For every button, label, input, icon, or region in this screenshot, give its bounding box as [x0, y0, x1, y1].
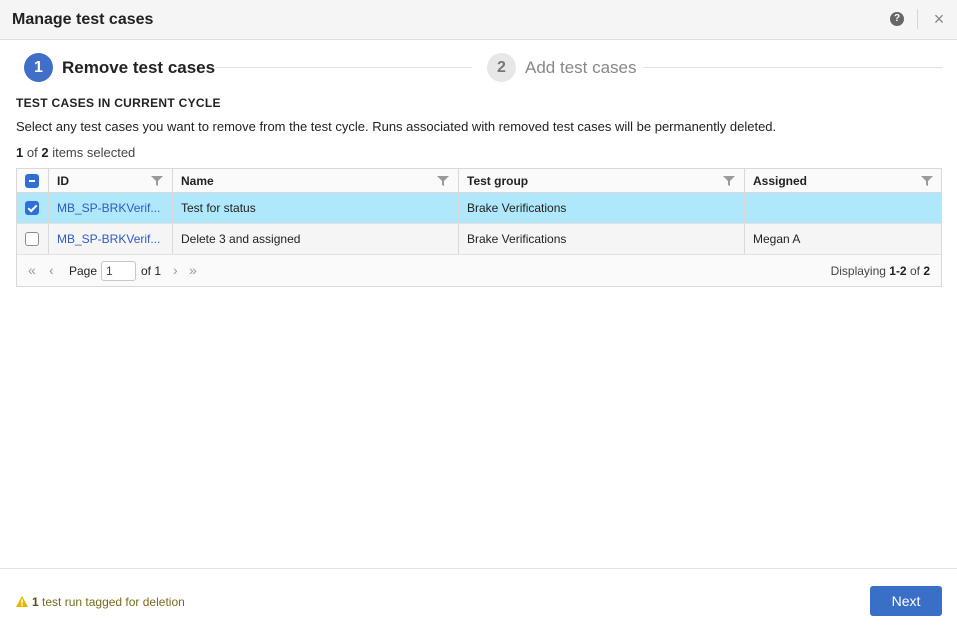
page-total-label: of 1: [141, 264, 162, 278]
cell-assigned: Megan A: [745, 224, 941, 254]
column-label: Test group: [467, 173, 529, 188]
header-divider: [917, 9, 918, 29]
filter-icon[interactable]: [921, 176, 933, 186]
test-case-id-link[interactable]: MB_SP-BRKVerif...: [57, 232, 160, 246]
step-connector: [643, 67, 943, 68]
display-range: 1-2: [889, 264, 907, 278]
cell-assigned: [745, 193, 941, 223]
deletion-warning: 1 test run tagged for deletion: [32, 595, 185, 609]
test-case-name: Delete 3 and assigned: [181, 232, 301, 246]
step-label: Add test cases: [525, 58, 637, 77]
question-circle-icon[interactable]: ?: [890, 12, 904, 26]
total-count: 2: [41, 145, 49, 160]
row-select-cell: [17, 224, 49, 254]
select-all-checkbox[interactable]: [25, 173, 39, 188]
section-description: Select any test cases you want to remove…: [16, 119, 777, 134]
column-label: Name: [181, 173, 214, 188]
step-number: 1: [24, 53, 53, 82]
column-header-name[interactable]: Name: [173, 169, 459, 192]
page-number-input[interactable]: [101, 261, 136, 281]
warning-message: test run tagged for deletion: [42, 595, 185, 609]
column-header-test-group[interactable]: Test group: [459, 169, 745, 192]
display-total: 2: [923, 264, 930, 278]
selection-count: 1 of 2 items selected: [16, 145, 135, 160]
row-checkbox[interactable]: [25, 232, 39, 246]
table-row[interactable]: MB_SP-BRKVerif... Test for status Brake …: [17, 193, 941, 224]
table-header: ID Name Test group Assigned: [17, 169, 941, 193]
section-title: TEST CASES IN CURRENT CYCLE: [16, 96, 221, 110]
cell-test-group: Brake Verifications: [459, 193, 745, 223]
step-number: 2: [487, 53, 516, 82]
column-label: ID: [57, 173, 69, 188]
step-connector: [216, 67, 472, 68]
column-header-id[interactable]: ID: [49, 169, 173, 192]
column-header-assigned[interactable]: Assigned: [745, 169, 941, 192]
test-case-name: Test for status: [181, 201, 256, 215]
select-all-cell: [17, 169, 49, 192]
display-of: of: [909, 264, 920, 278]
selected-count: 1: [16, 145, 24, 160]
displaying-count: Displaying 1-2 of 2: [831, 264, 930, 278]
dialog-header: Manage test cases ? ×: [0, 0, 957, 40]
cell-name: Delete 3 and assigned: [173, 224, 459, 254]
cell-test-group: Brake Verifications: [459, 224, 745, 254]
next-button[interactable]: Next: [870, 586, 942, 616]
cell-id: MB_SP-BRKVerif...: [49, 193, 173, 223]
step-label: Remove test cases: [62, 58, 216, 77]
warning-icon: [16, 596, 28, 607]
last-page-icon[interactable]: »: [189, 263, 197, 277]
dialog-title: Manage test cases: [12, 11, 154, 28]
close-icon[interactable]: ×: [931, 9, 947, 29]
filter-icon[interactable]: [723, 176, 735, 186]
warning-count: 1: [32, 595, 39, 609]
column-label: Assigned: [753, 173, 808, 188]
table-row[interactable]: MB_SP-BRKVerif... Delete 3 and assigned …: [17, 224, 941, 255]
previous-page-icon[interactable]: ‹: [49, 263, 54, 277]
selection-of: of: [26, 145, 38, 160]
test-cases-table: ID Name Test group Assigned MB_SP-BRKVer…: [16, 168, 942, 287]
display-prefix: Displaying: [830, 264, 886, 278]
cell-id: MB_SP-BRKVerif...: [49, 224, 173, 254]
test-case-id-link[interactable]: MB_SP-BRKVerif...: [57, 201, 160, 215]
dialog-footer: 1 test run tagged for deletion Next: [0, 568, 957, 632]
filter-icon[interactable]: [151, 176, 163, 186]
filter-icon[interactable]: [437, 176, 449, 186]
row-checkbox[interactable]: [25, 201, 39, 215]
next-page-icon[interactable]: ›: [173, 263, 178, 277]
test-group: Brake Verifications: [467, 232, 567, 246]
selection-suffix: items selected: [52, 145, 136, 160]
test-group: Brake Verifications: [467, 201, 567, 215]
first-page-icon[interactable]: «: [28, 263, 36, 277]
assignee: Megan A: [753, 232, 801, 246]
page-label: Page: [69, 264, 98, 278]
pagination-bar: « ‹ Page of 1 › » Displaying 1-2 of 2: [17, 255, 941, 286]
row-select-cell: [17, 193, 49, 223]
cell-name: Test for status: [173, 193, 459, 223]
